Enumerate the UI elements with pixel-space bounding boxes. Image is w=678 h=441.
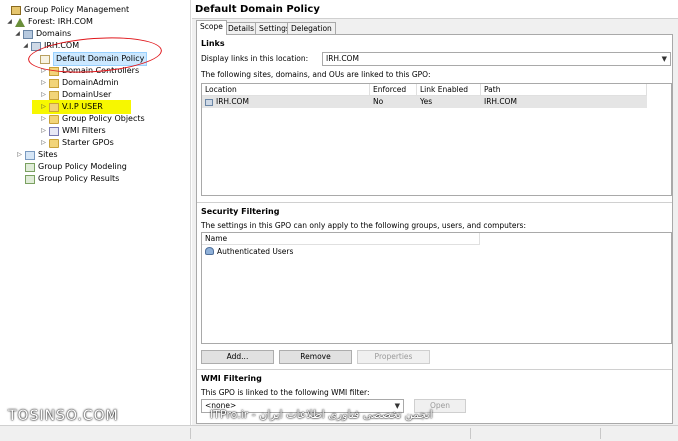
tree-label: Sites [38, 150, 58, 159]
tree-item-gp-modeling[interactable]: Group Policy Modeling [16, 161, 127, 173]
security-heading: Security Filtering [201, 207, 280, 216]
folder-icon [49, 138, 59, 148]
security-desc: The settings in this GPO can only apply … [201, 221, 526, 230]
collapse-icon[interactable]: ◢ [14, 28, 21, 40]
ou-folder-icon [49, 78, 59, 88]
status-separator [470, 428, 471, 439]
expand-icon[interactable]: ▷ [40, 137, 47, 149]
scope-tab-body: Links Display links in this location: IR… [196, 34, 673, 424]
tree-item-domain-controllers[interactable]: ▷ Domain Controllers [40, 65, 139, 77]
location-text: IRH.COM [216, 97, 249, 106]
links-heading: Links [201, 39, 225, 48]
wmi-heading: WMI Filtering [201, 374, 262, 383]
tree-label: Group Policy Management [24, 5, 130, 14]
column-header-enforced[interactable]: Enforced [370, 84, 417, 96]
domain-icon [31, 41, 41, 51]
properties-button: Properties [357, 350, 430, 364]
status-bar [0, 425, 678, 441]
column-header-path[interactable]: Path [481, 84, 647, 96]
tree-item-sites[interactable]: ▷ Sites [16, 149, 58, 161]
links-list[interactable]: Location Enforced Link Enabled Path IRH.… [201, 83, 672, 196]
tree-item-forest[interactable]: ◢ Forest: IRH.COM [6, 16, 93, 28]
linked-label: The following sites, domains, and OUs ar… [201, 70, 431, 79]
pane-title: Default Domain Policy [192, 0, 678, 19]
tree-item-default-domain-policy[interactable]: Default Domain Policy [40, 52, 148, 66]
tree-label: V.I.P USER [62, 102, 103, 111]
tree-item-domainadmin[interactable]: ▷ DomainAdmin [40, 77, 119, 89]
tree-item-vip-user[interactable]: ▷ V.I.P USER [32, 100, 131, 114]
tree-item-irh-com[interactable]: ◢ IRH.COM [22, 40, 79, 52]
gpm-icon [11, 5, 21, 15]
chevron-down-icon: ▼ [661, 55, 667, 63]
status-separator [600, 428, 601, 439]
section-divider [197, 369, 672, 370]
expand-icon[interactable]: ▷ [40, 113, 47, 125]
tree-label: Starter GPOs [62, 138, 114, 147]
ou-folder-icon [49, 102, 59, 112]
enforced-cell: No [373, 97, 384, 106]
tree-item-domains[interactable]: ◢ Domains [14, 28, 71, 40]
ou-folder-icon [49, 66, 59, 76]
gpo-link-icon [40, 54, 50, 64]
folder-icon [49, 114, 59, 124]
tree-item-gp-results[interactable]: Group Policy Results [16, 173, 119, 185]
remove-button[interactable]: Remove [279, 350, 352, 364]
console-tree: Group Policy Management ◢ Forest: IRH.CO… [0, 0, 191, 425]
location-cell: IRH.COM [202, 96, 370, 108]
tree-label: Domains [36, 29, 72, 38]
tree-label: Default Domain Policy [53, 52, 148, 66]
watermark-left: TOSINSO.COM [8, 408, 119, 424]
table-row[interactable]: IRH.COM No Yes IRH.COM [202, 96, 647, 108]
domain-icon [205, 98, 213, 106]
tree-label: Domain Controllers [62, 66, 140, 75]
tab-scope[interactable]: Scope [196, 20, 227, 35]
list-item[interactable]: Authenticated Users [202, 245, 480, 257]
tree-label: IRH.COM [44, 41, 80, 50]
tree-label: DomainAdmin [62, 78, 119, 87]
domains-icon [23, 29, 33, 39]
forest-icon [15, 17, 25, 27]
column-header-location[interactable]: Location [202, 84, 370, 96]
collapse-icon[interactable]: ◢ [6, 16, 13, 28]
column-header-link-enabled[interactable]: Link Enabled [417, 84, 481, 96]
wmi-desc: This GPO is linked to the following WMI … [201, 388, 370, 397]
column-header-name[interactable]: Name [202, 233, 480, 245]
link-enabled-cell: Yes [420, 97, 433, 106]
tree-label: WMI Filters [62, 126, 106, 135]
collapse-icon[interactable]: ◢ [22, 40, 29, 52]
tree-item-starter-gpos[interactable]: ▷ Starter GPOs [40, 137, 114, 149]
modeling-icon [25, 162, 35, 172]
security-principal: Authenticated Users [217, 246, 294, 256]
details-pane: Default Domain Policy Scope Details Sett… [192, 0, 678, 425]
security-list[interactable]: Name Authenticated Users [201, 232, 672, 344]
path-cell: IRH.COM [484, 97, 517, 106]
location-value: IRH.COM [326, 54, 359, 63]
wmi-filter-icon [49, 126, 59, 136]
tree-label: Forest: IRH.COM [28, 17, 93, 26]
section-divider [197, 202, 672, 203]
status-separator [190, 428, 191, 439]
add-button[interactable]: Add... [201, 350, 274, 364]
expand-icon[interactable]: ▷ [40, 77, 47, 89]
tree-item-gpm[interactable]: Group Policy Management [2, 4, 129, 16]
ou-folder-icon [49, 90, 59, 100]
expand-icon[interactable]: ▷ [40, 101, 47, 113]
tree-label: Group Policy Results [38, 174, 120, 183]
tree-label: Group Policy Objects [62, 114, 145, 123]
tree-item-group-policy-objects[interactable]: ▷ Group Policy Objects [40, 113, 145, 125]
expand-icon[interactable]: ▷ [40, 65, 47, 77]
location-dropdown[interactable]: IRH.COM ▼ [322, 52, 671, 66]
display-links-label: Display links in this location: [201, 54, 309, 63]
expand-icon[interactable]: ▷ [40, 125, 47, 137]
tree-label: Group Policy Modeling [38, 162, 127, 171]
expand-icon[interactable]: ▷ [16, 149, 23, 161]
sites-icon [25, 150, 35, 160]
tree-item-wmi-filters[interactable]: ▷ WMI Filters [40, 125, 106, 137]
results-icon [25, 174, 35, 184]
watermark-right: ITPro.ir - انجمن تخصصی فناوری اطلاعات ای… [210, 408, 433, 421]
user-group-icon [205, 247, 214, 255]
